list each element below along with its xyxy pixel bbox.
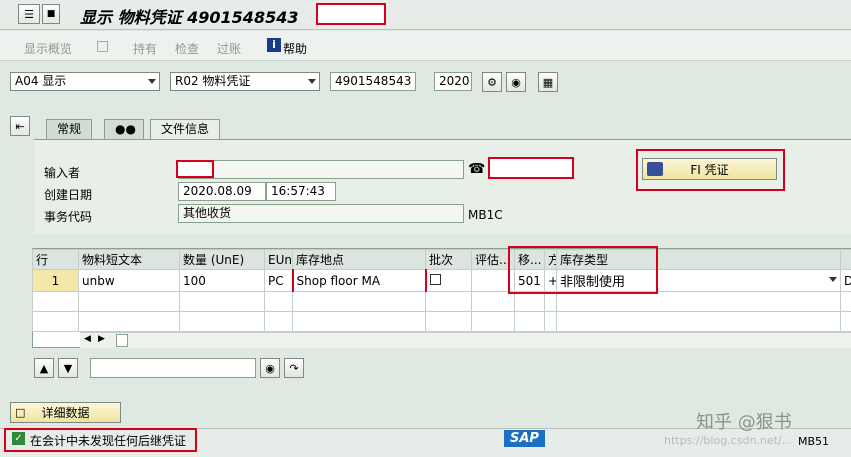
col-material-text[interactable]: 物料短文本 xyxy=(78,249,180,270)
horizontal-scrollbar[interactable]: ◀ ▶ xyxy=(80,332,851,348)
entered-by-label: 输入者 xyxy=(44,166,81,180)
watermark: 知乎 @狠书 xyxy=(696,412,792,433)
tcode-status: MB51 xyxy=(798,435,830,448)
find-next-icon[interactable]: ↷ xyxy=(284,358,304,378)
col-unit[interactable]: EUn xyxy=(264,249,293,270)
cell-storage-location: Shop floor MA xyxy=(291,269,427,292)
find-icon[interactable]: ◉ xyxy=(260,358,280,378)
table-row xyxy=(32,311,851,332)
movement-highlight xyxy=(508,246,658,294)
cell-line[interactable]: 1 xyxy=(32,269,79,292)
entered-by-field xyxy=(178,160,464,179)
fi-document-label: FI 凭证 xyxy=(690,162,729,177)
detail-data-label: 详细数据 xyxy=(41,406,90,420)
cell-material-text: unbw xyxy=(78,269,180,292)
chevron-down-icon[interactable] xyxy=(829,277,837,282)
new-document-icon[interactable]: □ xyxy=(96,38,109,54)
col-extra[interactable] xyxy=(840,249,851,270)
execute-icon[interactable]: ⚙ xyxy=(482,72,502,92)
status-message: 在会计中未发现任何后继凭证 xyxy=(30,434,187,448)
tcode-text-field: 其他收货 xyxy=(178,204,464,223)
check-button[interactable]: 检查 xyxy=(175,40,199,57)
sap-logo: SAP xyxy=(504,430,545,447)
tab-menu-icon[interactable]: ⇤ xyxy=(10,116,30,136)
doc-number-field[interactable]: 4901548543 xyxy=(330,72,416,91)
detail-icon: □ xyxy=(15,406,26,419)
tab-partner[interactable]: ●● xyxy=(104,119,144,139)
sort-up-icon[interactable]: ▲ xyxy=(34,358,54,378)
scroll-left-icon[interactable]: ◀ xyxy=(84,334,91,344)
col-line[interactable]: 行 xyxy=(32,249,79,270)
table-row[interactable]: 1 unbw 100 PC Shop floor MA 501 + 非限制使用 … xyxy=(32,269,851,292)
cell-quantity: 100 xyxy=(179,269,265,292)
year-field[interactable]: 2020 xyxy=(434,72,472,91)
created-label: 创建日期 xyxy=(44,188,93,202)
action-select-value: A04 显示 xyxy=(15,74,67,88)
scroll-thumb[interactable] xyxy=(116,334,128,347)
reference-select[interactable]: R02 物料凭证 xyxy=(170,72,320,91)
info-icon[interactable]: i xyxy=(267,38,281,52)
table-header-row: 行 物料短文本 数量 (UnE) EUn 库存地点 批次 评估... 移... … xyxy=(32,249,851,270)
redacted-phone xyxy=(488,157,574,179)
col-quantity[interactable]: 数量 (UnE) xyxy=(179,249,265,270)
post-button[interactable]: 过账 xyxy=(217,40,241,57)
action-select[interactable]: A04 显示 xyxy=(10,72,160,91)
created-time-field: 16:57:43 xyxy=(266,182,336,201)
success-check-icon: ✓ xyxy=(12,432,25,445)
tab-document-info[interactable]: 文件信息 xyxy=(150,119,221,139)
tcode-label: 事务代码 xyxy=(44,210,93,224)
toolbar xyxy=(0,31,851,61)
page-title: 显示 物料凭证 4901548543 xyxy=(80,8,299,27)
redacted-user xyxy=(176,160,214,178)
table-icon[interactable]: ▦ xyxy=(538,72,558,92)
phone-icon[interactable]: ☎ xyxy=(468,161,485,177)
chevron-down-icon xyxy=(308,79,316,84)
cell-extra: D xyxy=(840,269,851,292)
created-date-field: 2020.08.09 xyxy=(178,182,266,201)
items-table: 行 物料短文本 数量 (UnE) EUn 库存地点 批次 评估... 移... … xyxy=(32,249,851,332)
help-button[interactable]: 帮助 xyxy=(283,40,307,57)
window-icon[interactable]: ■ xyxy=(42,4,60,24)
hold-button[interactable]: 持有 xyxy=(133,40,157,57)
col-batch[interactable]: 批次 xyxy=(425,249,472,270)
fi-document-icon xyxy=(647,162,663,176)
scroll-right-icon[interactable]: ▶ xyxy=(98,334,105,344)
watermark-url: https://blog.csdn.net/... xyxy=(664,434,793,447)
redacted-title xyxy=(316,3,386,25)
tcode-value: MB1C xyxy=(468,208,503,222)
overview-button[interactable]: 显示概览 xyxy=(24,40,72,57)
copy-icon[interactable] xyxy=(429,273,441,285)
col-storage-location[interactable]: 库存地点 xyxy=(292,249,426,270)
tab-general[interactable]: 常规 xyxy=(46,119,93,139)
search-term-field[interactable] xyxy=(90,358,256,378)
fi-document-button[interactable]: FI 凭证 xyxy=(642,158,777,180)
menu-icon[interactable]: ☰ xyxy=(18,4,40,24)
binoculars-icon[interactable]: ◉ xyxy=(506,72,526,92)
cell-unit: PC xyxy=(264,269,293,292)
table-row xyxy=(32,291,851,312)
chevron-down-icon xyxy=(148,79,156,84)
cell-batch[interactable] xyxy=(425,269,472,292)
reference-select-value: R02 物料凭证 xyxy=(175,74,251,88)
detail-data-button[interactable]: □ 详细数据 xyxy=(10,402,121,423)
sort-down-icon[interactable]: ▼ xyxy=(58,358,78,378)
